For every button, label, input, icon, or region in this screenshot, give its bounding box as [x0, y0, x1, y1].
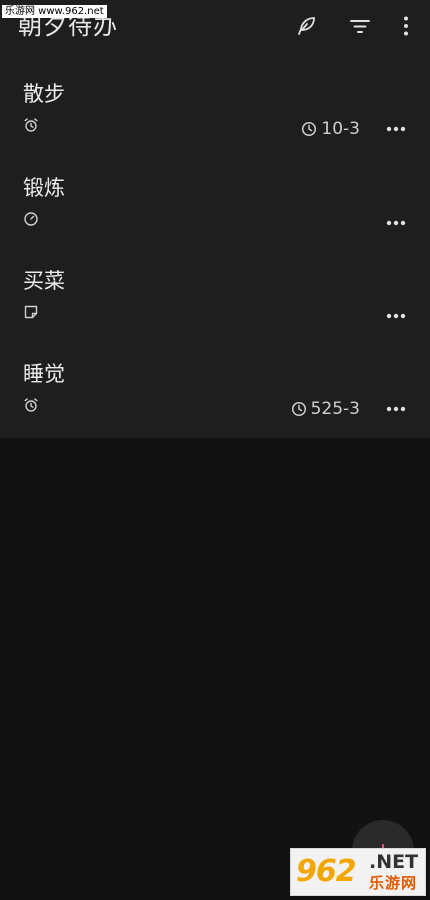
clock-icon — [291, 401, 307, 417]
watermark-number: 962 — [296, 854, 357, 889]
todo-title: 睡觉 — [23, 362, 65, 386]
filter-icon[interactable] — [346, 12, 374, 40]
todo-title: 买菜 — [23, 269, 65, 293]
todo-title: 散步 — [23, 82, 65, 106]
reminder-info: 525-3 — [291, 399, 360, 419]
watermark-domain: .NET — [369, 851, 419, 873]
reminder-text: 525-3 — [310, 399, 360, 419]
todo-item[interactable]: 买菜 — [0, 253, 430, 345]
note-icon — [23, 304, 39, 320]
alarm-icon — [23, 117, 39, 133]
more-horizontal-icon[interactable] — [386, 122, 406, 136]
reminder-info: 10-3 — [301, 119, 360, 139]
alarm-icon — [23, 397, 39, 413]
more-horizontal-icon[interactable] — [386, 216, 406, 230]
timer-icon — [23, 211, 39, 227]
watermark-cn: 乐游网 — [369, 874, 418, 892]
app-window: 乐游网 www.962.net 朝夕待办 散步 10-3 锻炼 买菜 睡觉 52… — [0, 0, 430, 900]
todo-item[interactable]: 锻炼 — [0, 160, 430, 252]
more-horizontal-icon[interactable] — [386, 402, 406, 416]
todo-item[interactable]: 睡觉 525-3 — [0, 346, 430, 438]
watermark-top-left: 乐游网 www.962.net — [2, 5, 107, 18]
todo-list-panel: 朝夕待办 散步 10-3 锻炼 买菜 睡觉 525-3 — [0, 0, 430, 438]
todo-title: 锻炼 — [23, 176, 65, 200]
more-horizontal-icon[interactable] — [386, 309, 406, 323]
todo-item[interactable]: 散步 10-3 — [0, 66, 430, 158]
reminder-text: 10-3 — [321, 119, 360, 139]
feather-icon[interactable] — [292, 12, 320, 40]
clock-icon — [301, 121, 317, 137]
watermark-bottom-right: 962 .NET 乐游网 — [290, 848, 426, 896]
more-vertical-icon[interactable] — [392, 12, 420, 40]
